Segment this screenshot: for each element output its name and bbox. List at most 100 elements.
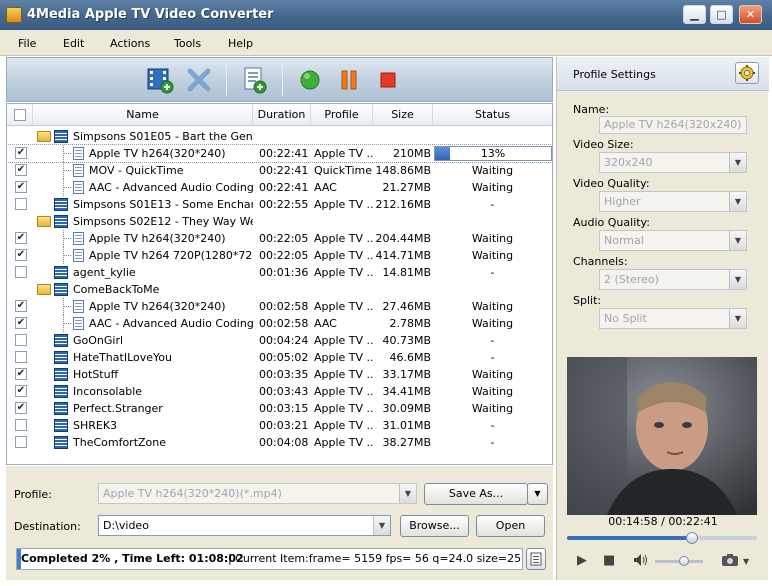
- table-row[interactable]: agent_kylie 00:01:36 Apple TV ... 14.81MB -: [7, 264, 552, 281]
- row-checkbox[interactable]: ✔: [15, 164, 27, 176]
- add-video-icon[interactable]: [145, 65, 175, 95]
- video-size-select[interactable]: 320x240 ▼: [599, 152, 747, 173]
- save-as-button[interactable]: Save As...: [424, 483, 528, 505]
- row-checkbox[interactable]: ✔: [15, 147, 27, 159]
- row-checkbox[interactable]: ✔: [15, 317, 27, 329]
- row-checkbox[interactable]: [15, 436, 27, 448]
- split-label: Split:: [573, 294, 602, 307]
- pause-icon[interactable]: [334, 65, 364, 95]
- seek-slider[interactable]: [567, 532, 757, 544]
- browse-button[interactable]: Browse...: [400, 515, 469, 537]
- profile-file-icon: [73, 317, 84, 330]
- audio-quality-select[interactable]: Normal ▼: [599, 230, 747, 251]
- menu-help[interactable]: Help: [228, 37, 253, 50]
- table-row[interactable]: Simpsons S02E12 - They Way We ...: [7, 213, 552, 230]
- row-checkbox[interactable]: ✔: [15, 232, 27, 244]
- add-profile-icon[interactable]: [239, 65, 269, 95]
- table-row[interactable]: Simpsons S01E13 - Some Enchant... 00:22:5…: [7, 196, 552, 213]
- row-checkbox[interactable]: [15, 198, 27, 210]
- video-size-label: Video Size:: [573, 138, 634, 151]
- folder-icon: [37, 284, 51, 295]
- row-status: -: [490, 419, 495, 432]
- row-status: Waiting: [471, 181, 514, 194]
- row-size: 204.44MB: [375, 232, 431, 245]
- table-row[interactable]: ✔ Inconsolable 00:03:43 Apple TV ... 34.41MB…: [7, 383, 552, 400]
- row-checkbox[interactable]: ✔: [15, 402, 27, 414]
- stop-playback-icon[interactable]: ■: [603, 553, 615, 568]
- table-row[interactable]: ✔ HotStuff 00:03:35 Apple TV ... 33.17MB Wait…: [7, 366, 552, 383]
- channels-select[interactable]: 2 (Stereo) ▼: [599, 269, 747, 290]
- maximize-button[interactable]: □: [710, 5, 733, 24]
- menu-tools[interactable]: Tools: [174, 37, 201, 50]
- table-row[interactable]: SHREK3 00:03:21 Apple TV ... 31.01MB -: [7, 417, 552, 434]
- row-name: Perfect.Stranger: [73, 402, 163, 415]
- row-checkbox[interactable]: ✔: [15, 181, 27, 193]
- save-as-dropdown-button[interactable]: ▼: [527, 483, 548, 505]
- volume-icon[interactable]: [633, 553, 649, 571]
- row-checkbox[interactable]: [15, 266, 27, 278]
- table-row[interactable]: ✔ Apple TV h264(320*240) 00:22:05 Apple TV …: [7, 230, 552, 247]
- column-status[interactable]: Status: [433, 104, 552, 126]
- start-convert-icon[interactable]: [295, 65, 325, 95]
- destination-select[interactable]: D:\video ▼: [98, 515, 391, 536]
- audio-quality-value: Normal: [604, 234, 644, 247]
- volume-slider[interactable]: [655, 556, 703, 566]
- table-row[interactable]: ✔ AAC - Advanced Audio Coding 00:02:58 AAC 2…: [7, 315, 552, 332]
- video-quality-select[interactable]: Higher ▼: [599, 191, 747, 212]
- snapshot-icon[interactable]: [721, 553, 739, 571]
- row-checkbox[interactable]: [15, 351, 27, 363]
- table-row[interactable]: ComeBackToMe: [7, 281, 552, 298]
- profile-file-icon: [73, 164, 84, 177]
- row-status: -: [490, 436, 495, 449]
- status-summary: Completed 2% , Time Left: 01:08:02: [21, 552, 244, 565]
- play-icon[interactable]: ▶: [577, 553, 587, 568]
- column-duration[interactable]: Duration: [253, 104, 311, 126]
- advanced-settings-button[interactable]: [735, 62, 759, 84]
- table-row[interactable]: ✔ Apple TV h264(320*240) 00:02:58 Apple TV …: [7, 298, 552, 315]
- row-duration: 00:02:58: [259, 300, 309, 313]
- volume-handle[interactable]: [679, 556, 689, 566]
- table-row[interactable]: ✔ MOV - QuickTime 00:22:41 QuickTime 148.86M…: [7, 162, 552, 179]
- row-checkbox[interactable]: ✔: [15, 368, 27, 380]
- row-checkbox[interactable]: [15, 334, 27, 346]
- row-status: -: [490, 266, 495, 279]
- table-row[interactable]: HateThatILoveYou 00:05:02 Apple TV ... 46.6…: [7, 349, 552, 366]
- row-duration: 00:03:21: [259, 419, 309, 432]
- minimize-button[interactable]: ▁: [683, 5, 706, 24]
- menu-edit[interactable]: Edit: [63, 37, 84, 50]
- output-options: Profile: Apple TV h264(320*240)(*.mp4) ▼…: [6, 466, 553, 580]
- table-row[interactable]: ✔ Perfect.Stranger 00:03:15 Apple TV ... 30.…: [7, 400, 552, 417]
- table-row[interactable]: GoOnGirl 00:04:24 Apple TV ... 40.73MB -: [7, 332, 552, 349]
- row-name: Inconsolable: [73, 385, 143, 398]
- row-checkbox[interactable]: ✔: [15, 385, 27, 397]
- tree-connector: [63, 255, 71, 256]
- close-button[interactable]: ✕: [739, 5, 762, 24]
- table-row[interactable]: ✔ Apple TV h264(320*240) 00:22:41 Apple TV …: [7, 144, 552, 163]
- row-duration: 00:05:02: [259, 351, 309, 364]
- table-row[interactable]: TheComfortZone 00:04:08 Apple TV ... 38.27M…: [7, 434, 552, 451]
- column-name[interactable]: Name: [33, 104, 253, 126]
- menu-actions[interactable]: Actions: [110, 37, 150, 50]
- select-all-checkbox[interactable]: [14, 109, 26, 121]
- table-row[interactable]: ✔ AAC - Advanced Audio Coding 00:22:41 AAC 2…: [7, 179, 552, 196]
- row-checkbox[interactable]: [15, 419, 27, 431]
- column-profile[interactable]: Profile: [311, 104, 373, 126]
- row-duration: 00:22:41: [259, 181, 309, 194]
- menu-file[interactable]: File: [18, 37, 36, 50]
- select-all-header[interactable]: [7, 104, 33, 126]
- seek-handle[interactable]: [686, 532, 698, 544]
- column-size[interactable]: Size: [373, 104, 433, 126]
- split-select[interactable]: No Split ▼: [599, 308, 747, 329]
- video-size-value: 320x240: [604, 156, 653, 169]
- log-button[interactable]: [526, 548, 546, 570]
- row-checkbox[interactable]: ✔: [15, 249, 27, 261]
- name-input[interactable]: Apple TV h264(320x240): [599, 116, 747, 134]
- stop-icon[interactable]: [373, 65, 403, 95]
- open-button[interactable]: Open: [476, 515, 545, 537]
- snapshot-menu-icon[interactable]: ▼: [743, 557, 749, 566]
- remove-icon[interactable]: [184, 65, 214, 95]
- row-checkbox[interactable]: ✔: [15, 300, 27, 312]
- profile-select[interactable]: Apple TV h264(320*240)(*.mp4) ▼: [98, 483, 417, 504]
- table-row[interactable]: ✔ Apple TV h264 720P(1280*720) 00:22:05 App…: [7, 247, 552, 264]
- table-row[interactable]: Simpsons S01E05 - Bart the General: [7, 128, 552, 145]
